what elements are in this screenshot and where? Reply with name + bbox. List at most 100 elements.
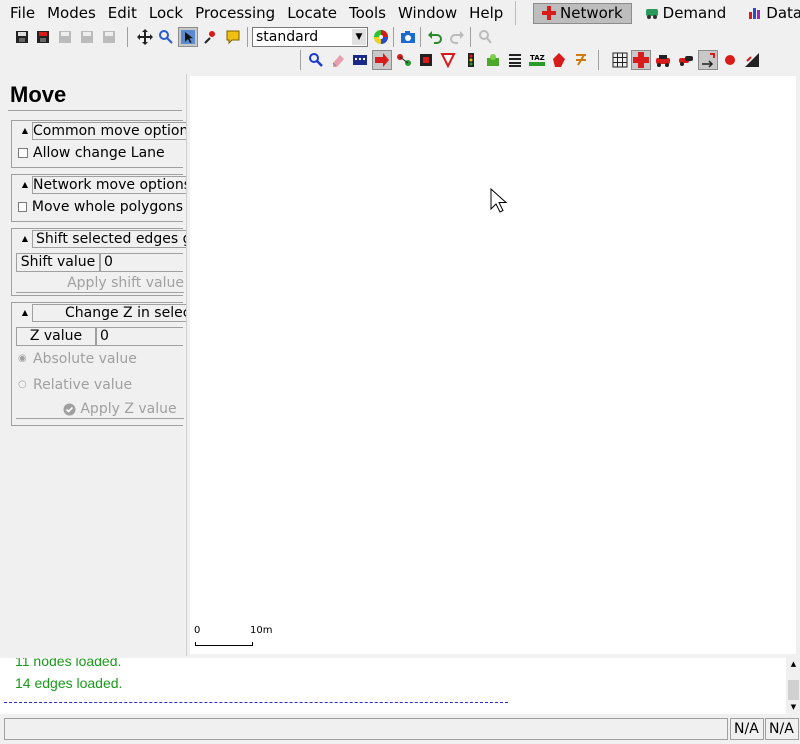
shift-value-label: Shift value (16, 253, 100, 272)
scale-bar: 0 10m (194, 625, 272, 649)
group-title[interactable]: Shift selected edges geometry (32, 230, 186, 248)
demand-mode-label: Demand (662, 4, 727, 22)
prohibition-zone-icon[interactable] (571, 50, 591, 70)
relative-value-radio[interactable]: ○ Relative value (12, 372, 183, 398)
save-demand-icon[interactable] (77, 27, 97, 47)
page-title: Move (10, 82, 67, 107)
scale-start-label: 0 (194, 625, 201, 636)
screenshot-icon[interactable] (398, 27, 418, 47)
inspect-mode-icon[interactable] (306, 50, 326, 70)
delete-mode-icon[interactable] (328, 50, 348, 70)
menu-help[interactable]: Help (463, 2, 509, 24)
data-icon (749, 8, 761, 19)
tooltip-icon[interactable] (223, 27, 243, 47)
menu-modes[interactable]: Modes (41, 2, 102, 24)
create-edge-icon[interactable] (394, 50, 414, 70)
taz-mode-icon[interactable]: TAZ (527, 50, 547, 70)
message-scrollbar[interactable]: ▲ ▼ (787, 658, 800, 714)
menu-edit[interactable]: Edit (102, 2, 143, 24)
polygon-mode-icon[interactable] (549, 50, 569, 70)
traffic-light-icon[interactable] (461, 50, 481, 70)
file-toolbar: standard ▼ (0, 26, 800, 48)
redo-icon[interactable] (447, 27, 467, 47)
absolute-value-label: Absolute value (33, 351, 137, 367)
color-scheme-select[interactable]: standard ▼ (252, 27, 368, 47)
save-data-icon[interactable] (99, 27, 119, 47)
network-move-options-group: ▲ Network move options Move whole polygo… (11, 174, 186, 222)
supermode-bar: Network Demand Data (533, 1, 800, 25)
allow-change-lane-label: Allow change Lane (33, 145, 165, 161)
locate-disabled-icon[interactable] (475, 27, 495, 47)
menu-bar: File Modes Edit Lock Processing Locate T… (0, 0, 800, 26)
z-value-row: Z value 0 (12, 327, 183, 346)
elevation-icon[interactable] (742, 50, 762, 70)
z-value-label: Z value (16, 327, 96, 346)
demand-mode-button[interactable]: Demand (636, 3, 736, 24)
radio-checked-icon: ◉ (18, 353, 27, 364)
network-mode-label: Network (560, 4, 623, 22)
checkbox-icon (18, 202, 27, 212)
save-network-icon[interactable] (33, 27, 53, 47)
z-value-input[interactable]: 0 (96, 327, 183, 346)
edit-modes-toolbar: TAZ (0, 48, 800, 72)
undo-icon[interactable] (425, 27, 445, 47)
svg-text:TAZ: TAZ (530, 54, 545, 62)
scroll-down-icon[interactable]: ▼ (788, 702, 799, 713)
group-title[interactable]: Change Z in selection (32, 304, 186, 322)
menu-file[interactable]: File (4, 2, 41, 24)
allow-change-lane-checkbox[interactable]: Allow change Lane (12, 141, 183, 165)
grid-icon[interactable] (610, 50, 630, 70)
group-header: ▲ Common move options (12, 121, 186, 141)
data-mode-button[interactable]: Data (739, 3, 800, 24)
toolbar-separator (247, 27, 248, 47)
message-separator (4, 702, 508, 703)
vehicle-collision-icon[interactable] (676, 50, 696, 70)
menu-tools[interactable]: Tools (343, 2, 392, 24)
save-additionals-icon[interactable] (55, 27, 75, 47)
group-title[interactable]: Network move options (32, 176, 186, 194)
move-whole-polygons-checkbox[interactable]: Move whole polygons (12, 195, 183, 219)
data-mode-label: Data (766, 4, 800, 22)
menu-processing[interactable]: Processing (189, 2, 281, 24)
status-coordinate: N/A (730, 718, 764, 740)
move-whole-polygons-label: Move whole polygons (31, 199, 183, 215)
vehicle-icon[interactable] (653, 50, 673, 70)
zoom-icon[interactable] (156, 27, 176, 47)
demand-icon (645, 9, 658, 19)
scroll-thumb[interactable] (788, 680, 799, 700)
save-icon[interactable] (12, 27, 32, 47)
relative-value-label: Relative value (33, 377, 133, 393)
chevron-down-icon: ▼ (352, 29, 366, 45)
message-line: 14 edges loaded. (15, 675, 123, 691)
menu-window[interactable]: Window (392, 2, 463, 24)
move-view-icon[interactable] (135, 27, 155, 47)
shift-edges-group: ▲ Shift selected edges geometry Shift va… (11, 228, 186, 296)
network-view[interactable]: 0 10m (190, 76, 796, 654)
move-mode-icon[interactable] (372, 50, 392, 70)
scroll-up-icon[interactable]: ▲ (788, 659, 799, 670)
prohibition-mode-icon[interactable] (438, 50, 458, 70)
hide-connections-icon[interactable] (720, 50, 740, 70)
select-mode-icon[interactable] (178, 27, 198, 47)
menu-lock[interactable]: Lock (143, 2, 189, 24)
absolute-value-radio[interactable]: ◉ Absolute value (12, 346, 183, 372)
network-mode-button[interactable]: Network (533, 2, 632, 24)
apply-z-button[interactable]: Apply Z value (16, 400, 184, 419)
spread-vehicles-icon[interactable] (698, 50, 718, 70)
color-wheel-icon[interactable] (371, 27, 391, 47)
connection-mode-icon[interactable] (416, 50, 436, 70)
crossing-mode-icon[interactable] (505, 50, 525, 70)
shift-value-input[interactable]: 0 (100, 253, 183, 272)
message-window: 11 nodes loaded. 14 edges loaded. (0, 658, 786, 714)
menu-locate[interactable]: Locate (281, 2, 343, 24)
group-header: ▲ Network move options (12, 175, 186, 195)
select-area-icon[interactable] (350, 50, 370, 70)
inspect-icon[interactable] (201, 27, 221, 47)
apply-shift-label: Apply shift value (67, 274, 184, 291)
group-header: ▲ Change Z in selection (12, 303, 186, 323)
additional-mode-icon[interactable] (483, 50, 503, 70)
group-title[interactable]: Common move options (32, 122, 186, 140)
junction-shape-icon[interactable] (631, 50, 651, 70)
apply-z-label: Apply Z value (80, 400, 177, 417)
apply-shift-button[interactable]: Apply shift value (16, 274, 184, 293)
